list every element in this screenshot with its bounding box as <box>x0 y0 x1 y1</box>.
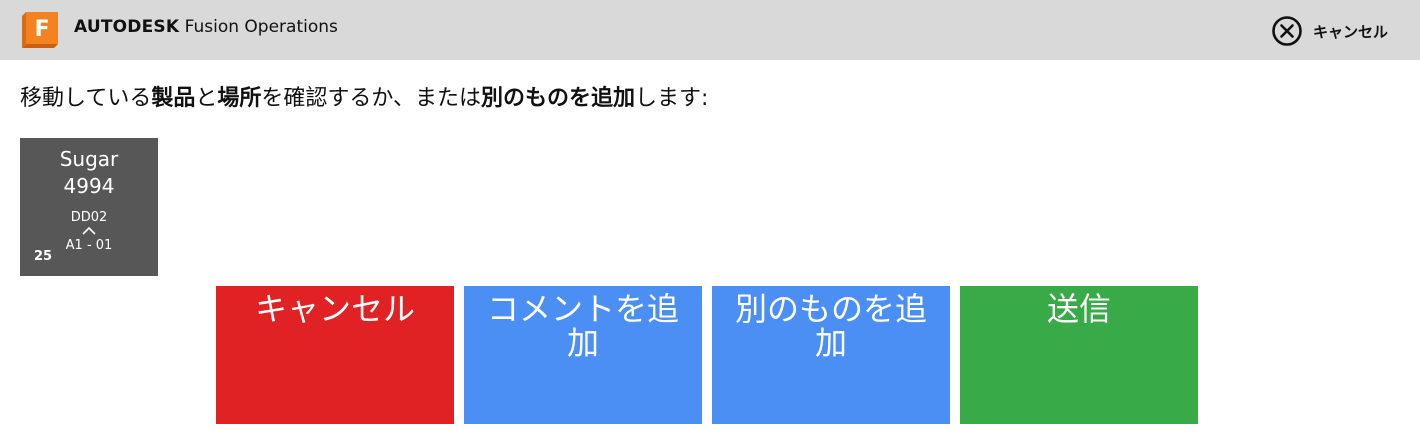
header-cancel-label: キャンセル <box>1313 22 1389 41</box>
instruction-text: 移動している製品と場所を確認するか、または別のものを追加します: <box>20 84 708 114</box>
svg-text:F: F <box>34 17 49 42</box>
instruction-part: 移動している <box>20 86 152 111</box>
item-tile[interactable]: Sugar 4994 DD02 A1 - 01 25 <box>20 138 158 276</box>
top-bar: F AUTODESK Fusion Operations キャンセル <box>0 0 1420 60</box>
item-quantity: 25 <box>34 249 53 264</box>
brand-autodesk: AUTODESK <box>74 17 180 37</box>
item-name: Sugar <box>59 147 119 171</box>
brand-product: Fusion Operations <box>179 17 338 37</box>
add-comment-button[interactable]: コメントを追加 <box>464 286 702 424</box>
instruction-add-another: 別のものを追加 <box>480 86 635 111</box>
header-cancel-button[interactable]: キャンセル <box>1271 15 1388 47</box>
close-circle-icon <box>1272 16 1302 46</box>
add-another-button[interactable]: 別のものを追加 <box>712 286 950 424</box>
instruction-part: します: <box>634 86 709 111</box>
item-code: 4994 <box>63 174 115 198</box>
instruction-part: を確認するか、または <box>261 86 481 111</box>
instruction-part: と <box>195 86 218 111</box>
from-location: DD02 <box>70 210 108 225</box>
fusion-logo-icon: F <box>20 8 62 50</box>
submit-button[interactable]: 送信 <box>960 286 1198 424</box>
chevron-up-icon <box>82 226 96 235</box>
instruction-location: 場所 <box>217 86 262 111</box>
app-title: AUTODESK Fusion Operations <box>74 16 338 38</box>
instruction-product: 製品 <box>151 86 196 111</box>
cancel-button[interactable]: キャンセル <box>216 286 454 424</box>
